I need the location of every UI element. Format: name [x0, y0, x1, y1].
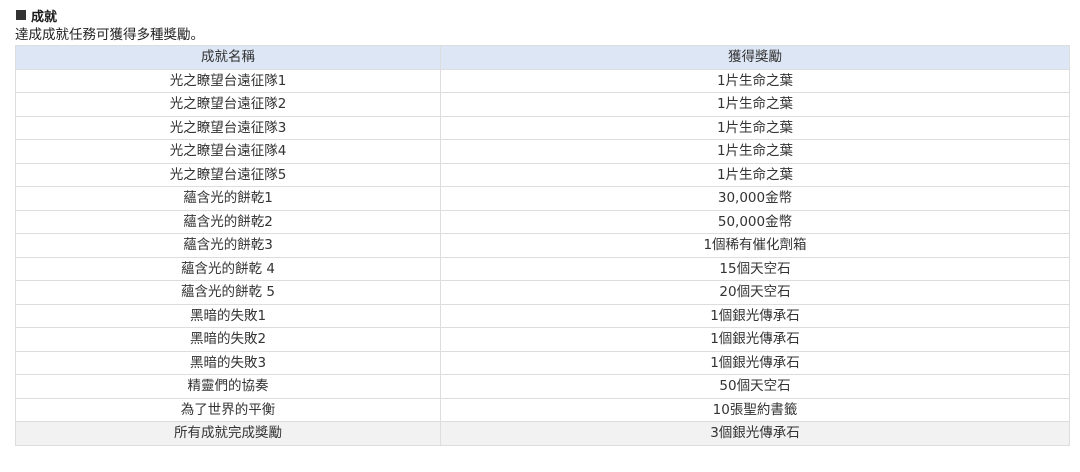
table-row: 蘊含光的餅乾3 1個稀有催化劑箱 [15, 233, 1070, 258]
reward-cell: 1個銀光傳承石 [440, 350, 1070, 375]
achievement-name-cell: 光之瞭望台遠征隊4 [15, 139, 441, 164]
reward-cell: 1個銀光傳承石 [440, 303, 1070, 328]
reward-cell: 30,000金幣 [440, 186, 1070, 211]
achievement-name-cell: 蘊含光的餅乾1 [15, 186, 441, 211]
achievement-table: 成就名稱 獲得獎勵 光之瞭望台遠征隊1 1片生命之葉 光之瞭望台遠征隊2 1片生… [15, 45, 1070, 446]
table-row: 黑暗的失敗2 1個銀光傳承石 [15, 327, 1070, 352]
reward-cell: 1個稀有催化劑箱 [440, 233, 1070, 258]
square-bullet-icon [16, 10, 26, 20]
reward-cell: 1片生命之葉 [440, 115, 1070, 140]
achievement-name-cell: 黑暗的失敗2 [15, 327, 441, 352]
table-row: 精靈們的協奏 50個天空石 [15, 374, 1070, 399]
achievement-name-cell: 蘊含光的餅乾 5 [15, 280, 441, 305]
table-row: 光之瞭望台遠征隊2 1片生命之葉 [15, 92, 1070, 117]
reward-cell: 1片生命之葉 [440, 139, 1070, 164]
achievement-name-cell: 所有成就完成獎勵 [15, 421, 441, 446]
section-description: 達成成就任務可獲得多種獎勵。 [15, 27, 204, 43]
achievement-name-cell: 光之瞭望台遠征隊5 [15, 162, 441, 187]
achievement-name-cell: 光之瞭望台遠征隊1 [15, 68, 441, 93]
table-row: 光之瞭望台遠征隊3 1片生命之葉 [15, 115, 1070, 140]
table-row: 光之瞭望台遠征隊5 1片生命之葉 [15, 162, 1070, 187]
table-row: 蘊含光的餅乾 4 15個天空石 [15, 256, 1070, 281]
section-heading: 成就 [15, 6, 1066, 25]
reward-cell: 1片生命之葉 [440, 68, 1070, 93]
header-reward: 獲得獎勵 [440, 45, 1070, 70]
section-title: 成就 [31, 9, 58, 25]
achievement-name-cell: 精靈們的協奏 [15, 374, 441, 399]
achievement-section: 成就 達成成就任務可獲得多種獎勵。 成就名稱 獲得獎勵 光之瞭望台遠征隊1 1片… [0, 0, 1080, 472]
table-row: 黑暗的失敗3 1個銀光傳承石 [15, 350, 1070, 375]
table-row: 蘊含光的餅乾 5 20個天空石 [15, 280, 1070, 305]
table-row: 黑暗的失敗1 1個銀光傳承石 [15, 303, 1070, 328]
achievement-name-cell: 蘊含光的餅乾3 [15, 233, 441, 258]
achievement-name-cell: 蘊含光的餅乾 4 [15, 256, 441, 281]
achievement-name-cell: 為了世界的平衡 [15, 397, 441, 422]
reward-cell: 3個銀光傳承石 [440, 421, 1070, 446]
achievement-name-cell: 黑暗的失敗3 [15, 350, 441, 375]
reward-cell: 50,000金幣 [440, 209, 1070, 234]
table-row: 蘊含光的餅乾2 50,000金幣 [15, 209, 1070, 234]
reward-cell: 50個天空石 [440, 374, 1070, 399]
reward-cell: 1個銀光傳承石 [440, 327, 1070, 352]
reward-cell: 10張聖約書籤 [440, 397, 1070, 422]
achievement-name-cell: 光之瞭望台遠征隊2 [15, 92, 441, 117]
reward-cell: 1片生命之葉 [440, 92, 1070, 117]
table-row: 蘊含光的餅乾1 30,000金幣 [15, 186, 1070, 211]
achievement-name-cell: 蘊含光的餅乾2 [15, 209, 441, 234]
table-row: 為了世界的平衡 10張聖約書籤 [15, 397, 1070, 422]
table-row-all-complete: 所有成就完成獎勵 3個銀光傳承石 [15, 421, 1070, 446]
achievement-name-cell: 光之瞭望台遠征隊3 [15, 115, 441, 140]
achievement-name-cell: 黑暗的失敗1 [15, 303, 441, 328]
header-achievement-name: 成就名稱 [15, 45, 441, 70]
reward-cell: 15個天空石 [440, 256, 1070, 281]
table-row: 光之瞭望台遠征隊4 1片生命之葉 [15, 139, 1070, 164]
table-header-row: 成就名稱 獲得獎勵 [15, 45, 1070, 70]
table-row: 光之瞭望台遠征隊1 1片生命之葉 [15, 68, 1070, 93]
reward-cell: 20個天空石 [440, 280, 1070, 305]
reward-cell: 1片生命之葉 [440, 162, 1070, 187]
